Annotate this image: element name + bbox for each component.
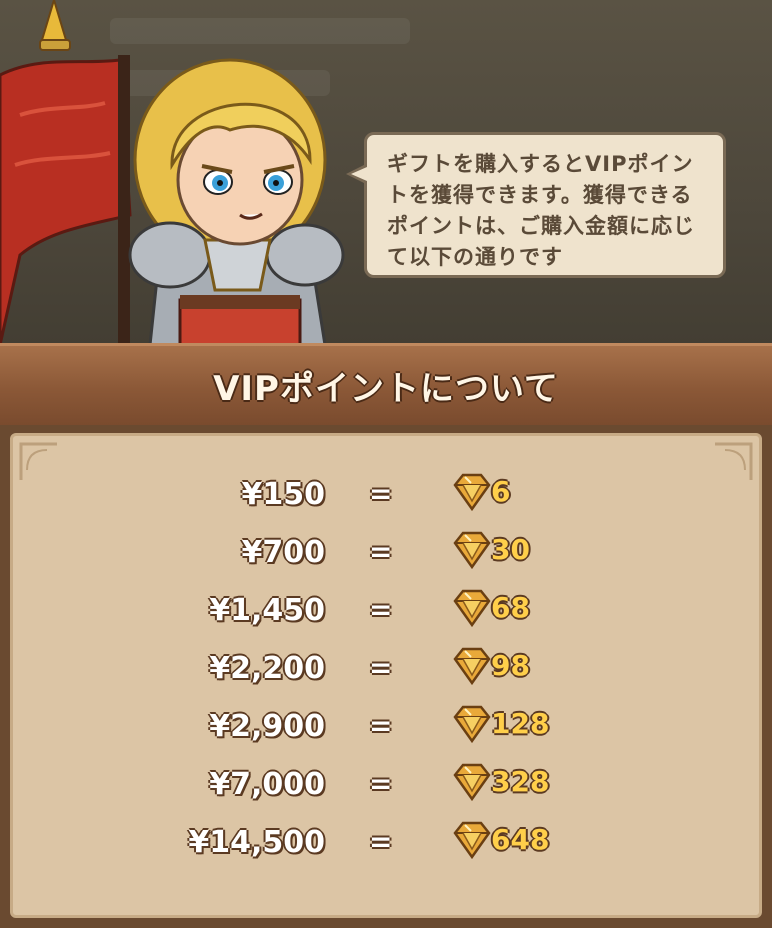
- price-label: ¥2,900: [209, 709, 325, 744]
- rate-row: ¥2,200 = 98: [13, 645, 765, 695]
- rate-row: ¥1,450 = 68: [13, 587, 765, 637]
- vip-points-value: 68: [491, 591, 530, 624]
- rate-row: ¥14,500 = 648: [13, 819, 765, 869]
- equals-sign: =: [369, 709, 393, 742]
- vip-gem-icon: [453, 763, 491, 802]
- equals-sign: =: [369, 535, 393, 568]
- vip-gem-icon: [453, 531, 491, 570]
- vip-points-value: 328: [491, 765, 550, 798]
- vip-gem-icon: [453, 821, 491, 860]
- background-blur: [110, 18, 410, 44]
- vip-rate-table: ¥150 = 6 ¥700 = 30 ¥1,450 = 68 ¥2,200 = 98 ¥2,900 = 12…: [10, 433, 762, 918]
- panel-header: VIPポイントについて: [0, 343, 772, 425]
- price-label: ¥1,450: [209, 593, 325, 628]
- speech-text: ギフトを購入するとVIPポイントを獲得できます。獲得できるポイントは、ご購入金額…: [387, 152, 695, 269]
- rate-row: ¥7,000 = 328: [13, 761, 765, 811]
- vip-points-value: 98: [491, 649, 530, 682]
- vip-gem-icon: [453, 647, 491, 686]
- rate-row: ¥2,900 = 128: [13, 703, 765, 753]
- vip-points-value: 30: [491, 533, 530, 566]
- equals-sign: =: [369, 825, 393, 858]
- vip-points-value: 6: [491, 475, 511, 508]
- speech-bubble-pointer-inner: [351, 167, 367, 181]
- speech-bubble: ギフトを購入するとVIPポイントを獲得できます。獲得できるポイントは、ご購入金額…: [364, 132, 726, 278]
- price-label: ¥14,500: [188, 825, 325, 860]
- rate-row: ¥150 = 6: [13, 471, 765, 521]
- price-label: ¥7,000: [209, 767, 325, 802]
- panel-body: ¥150 = 6 ¥700 = 30 ¥1,450 = 68 ¥2,200 = 98 ¥2,900 = 12…: [0, 425, 772, 928]
- price-label: ¥150: [241, 477, 326, 512]
- knight-heroine-character: [128, 58, 345, 345]
- price-label: ¥700: [241, 535, 326, 570]
- rate-row: ¥700 = 30: [13, 529, 765, 579]
- panel-title: VIPポイントについて: [213, 369, 559, 409]
- equals-sign: =: [369, 767, 393, 800]
- equals-sign: =: [369, 477, 393, 510]
- vip-gem-icon: [453, 473, 491, 512]
- price-label: ¥2,200: [209, 651, 325, 686]
- vip-points-value: 128: [491, 707, 550, 740]
- vip-gem-icon: [453, 705, 491, 744]
- equals-sign: =: [369, 593, 393, 626]
- equals-sign: =: [369, 651, 393, 684]
- vip-points-value: 648: [491, 823, 550, 856]
- vip-gem-icon: [453, 589, 491, 628]
